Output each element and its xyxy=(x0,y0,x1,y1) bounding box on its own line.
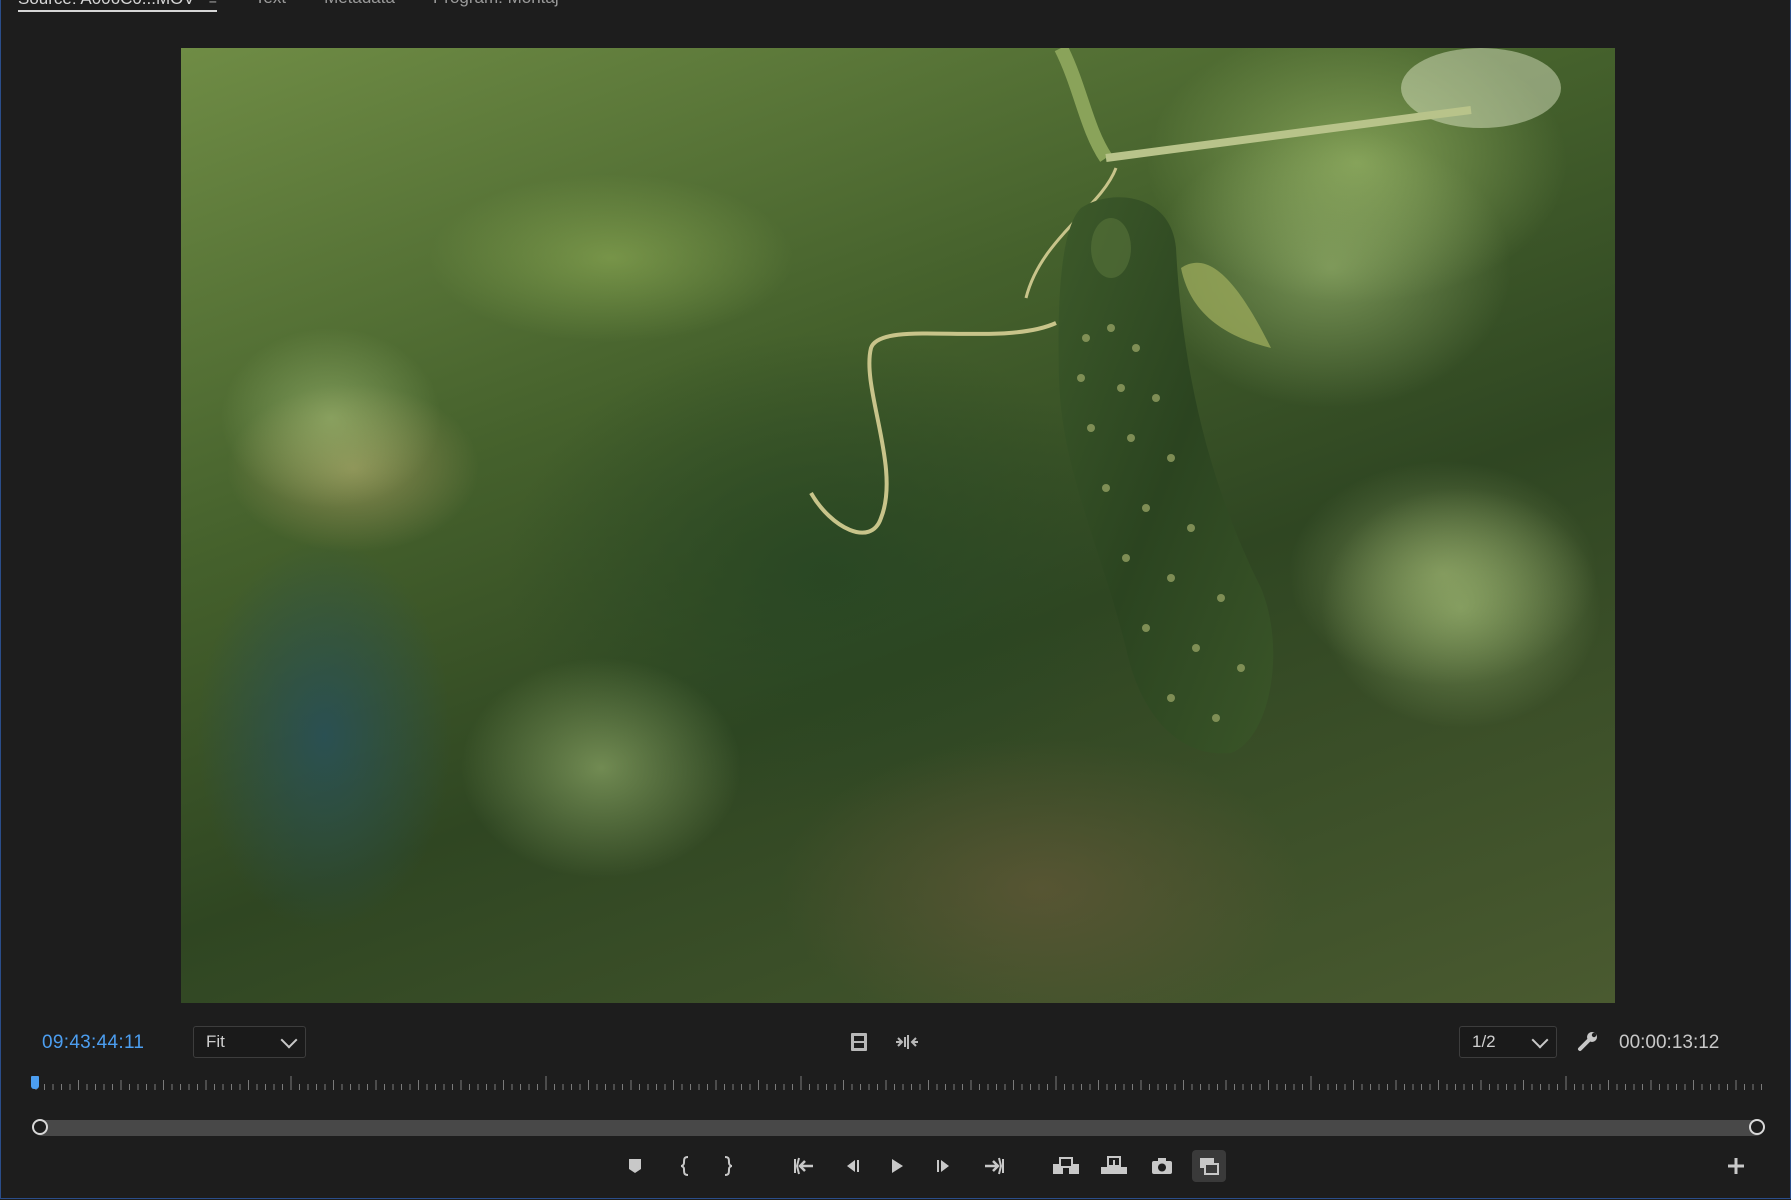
mark-out-button[interactable] xyxy=(711,1150,745,1182)
mark-in-button[interactable] xyxy=(668,1150,702,1182)
playback-resolution-select[interactable]: 1/2 xyxy=(1459,1026,1557,1058)
toggle-proxies-icon xyxy=(1200,1158,1219,1175)
mark-out-icon xyxy=(724,1156,733,1176)
panel-menu-icon[interactable]: ≡ xyxy=(209,0,217,9)
go-to-in-icon xyxy=(794,1157,813,1175)
chevron-down-icon xyxy=(1531,1031,1549,1048)
add-marker-icon xyxy=(629,1159,641,1173)
audio-waveform-icon[interactable] xyxy=(895,1033,919,1051)
go-to-out-button[interactable] xyxy=(977,1150,1011,1182)
step-back-button[interactable] xyxy=(835,1150,869,1182)
tab-source[interactable]: Source: A006C0...MOV ≡ xyxy=(18,0,217,12)
step-forward-icon xyxy=(937,1160,949,1172)
step-back-icon xyxy=(847,1160,859,1172)
zoom-scrollbar[interactable] xyxy=(34,1120,1764,1136)
resolution-value: 1/2 xyxy=(1472,1032,1496,1051)
zoom-select-value: Fit xyxy=(206,1032,225,1051)
export-frame-button[interactable] xyxy=(1145,1150,1179,1182)
video-viewer[interactable] xyxy=(181,48,1615,1003)
insert-icon xyxy=(1053,1157,1079,1174)
plus-icon[interactable] xyxy=(1725,1155,1747,1177)
tab-program[interactable]: Program: Montaj xyxy=(433,0,559,12)
zoom-select[interactable]: Fit xyxy=(193,1026,306,1058)
duration-timecode: 00:00:13:12 xyxy=(1619,1032,1720,1053)
current-timecode[interactable]: 09:43:44:11 xyxy=(42,1032,144,1054)
play-icon xyxy=(892,1159,903,1173)
mark-in-icon xyxy=(680,1156,689,1176)
film-strip-icon[interactable] xyxy=(849,1031,869,1053)
scrollbar-handle-right[interactable] xyxy=(1749,1119,1765,1135)
toggle-proxies-button[interactable] xyxy=(1192,1150,1226,1182)
step-forward-button[interactable] xyxy=(927,1150,961,1182)
overwrite-button[interactable] xyxy=(1097,1150,1131,1182)
export-frame-icon xyxy=(1152,1158,1172,1174)
insert-button[interactable] xyxy=(1049,1150,1083,1182)
play-button[interactable] xyxy=(880,1150,914,1182)
go-to-in-button[interactable] xyxy=(787,1150,821,1182)
wrench-icon[interactable] xyxy=(1577,1030,1599,1052)
go-to-out-icon xyxy=(985,1157,1004,1175)
playhead[interactable] xyxy=(31,1076,39,1089)
video-frame-cucumber xyxy=(221,48,1601,878)
tab-text[interactable]: Text xyxy=(255,0,286,12)
panel-tabs: Source: A006C0...MOV ≡ Text Metadata Pro… xyxy=(18,0,597,12)
scrollbar-handle-left[interactable] xyxy=(32,1119,48,1135)
tab-metadata[interactable]: Metadata xyxy=(324,0,395,12)
overwrite-icon xyxy=(1101,1156,1127,1174)
time-ruler[interactable] xyxy=(30,1070,1764,1100)
add-marker-button[interactable] xyxy=(618,1150,652,1182)
chevron-down-icon xyxy=(280,1031,298,1048)
